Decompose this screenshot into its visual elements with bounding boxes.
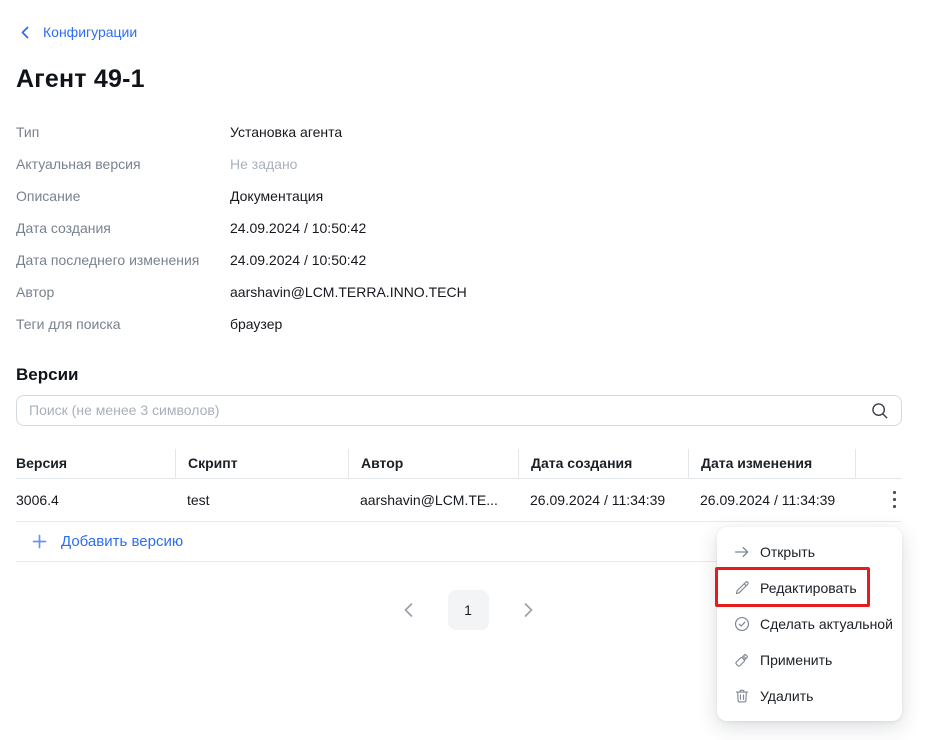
- detail-row-modified: Дата последнего изменения 24.09.2024 / 1…: [16, 244, 920, 276]
- details-section: Тип Установка агента Актуальная версия Н…: [16, 116, 920, 340]
- page-title: Агент 49-1: [16, 64, 920, 94]
- column-header-modified: Дата изменения: [688, 449, 855, 478]
- detail-row-description: Описание Документация: [16, 180, 920, 212]
- breadcrumb-back-link[interactable]: Конфигурации: [16, 24, 137, 40]
- detail-row-author: Автор aarshavin@LCM.TERRA.INNO.TECH: [16, 276, 920, 308]
- pagination-prev-button[interactable]: [399, 598, 418, 622]
- detail-value: 24.09.2024 / 10:50:42: [230, 252, 366, 268]
- cell-script: test: [175, 479, 348, 521]
- detail-row-actual-version: Актуальная версия Не задано: [16, 148, 920, 180]
- detail-label: Тип: [16, 124, 230, 140]
- pagination-current-page[interactable]: 1: [448, 590, 489, 630]
- add-version-label: Добавить версию: [61, 533, 183, 550]
- column-header-author: Автор: [348, 449, 518, 478]
- search-icon[interactable]: [870, 401, 889, 420]
- menu-item-label: Применить: [760, 652, 832, 668]
- detail-value: Документация: [230, 188, 323, 204]
- detail-label: Описание: [16, 188, 230, 204]
- detail-value: браузер: [230, 316, 282, 332]
- cell-created: 26.09.2024 / 11:34:39: [518, 479, 688, 521]
- search-input[interactable]: [29, 402, 870, 418]
- menu-item-edit[interactable]: Редактировать: [717, 570, 902, 606]
- chevron-left-icon: [403, 602, 414, 618]
- chevron-left-icon: [16, 26, 34, 39]
- detail-label: Актуальная версия: [16, 156, 230, 172]
- breadcrumb-label: Конфигурации: [43, 24, 137, 40]
- cell-version: 3006.4: [16, 479, 175, 521]
- cell-modified: 26.09.2024 / 11:34:39: [688, 479, 855, 521]
- detail-label: Дата последнего изменения: [16, 252, 230, 268]
- menu-item-label: Сделать актуальной: [760, 616, 893, 632]
- cell-author: aarshavin@LCM.TE...: [348, 479, 518, 521]
- pencil-icon: [733, 579, 751, 597]
- versions-heading: Версии: [16, 365, 920, 384]
- arrow-right-icon: [733, 543, 751, 561]
- detail-value: Не задано: [230, 156, 297, 172]
- detail-label: Дата создания: [16, 220, 230, 236]
- detail-value: 24.09.2024 / 10:50:42: [230, 220, 366, 236]
- menu-item-label: Удалить: [760, 688, 813, 704]
- pagination-next-button[interactable]: [519, 598, 538, 622]
- table-header-row: Версия Скрипт Автор Дата создания Дата и…: [16, 449, 902, 479]
- column-header-script: Скрипт: [175, 449, 348, 478]
- add-version-button[interactable]: Добавить версию: [16, 533, 183, 550]
- menu-item-make-actual[interactable]: Сделать актуальной: [717, 606, 902, 642]
- detail-value: Установка агента: [230, 124, 342, 140]
- column-header-created: Дата создания: [518, 449, 688, 478]
- row-context-menu: Открыть Редактировать Сделать актуальной…: [717, 527, 902, 721]
- detail-row-type: Тип Установка агента: [16, 116, 920, 148]
- usb-drive-icon: [733, 651, 751, 669]
- table-row: 3006.4 test aarshavin@LCM.TE... 26.09.20…: [16, 479, 902, 522]
- detail-row-created: Дата создания 24.09.2024 / 10:50:42: [16, 212, 920, 244]
- menu-item-label: Редактировать: [760, 580, 857, 596]
- trash-icon: [733, 687, 751, 705]
- detail-row-tags: Теги для поиска браузер: [16, 308, 920, 340]
- menu-item-open[interactable]: Открыть: [717, 534, 902, 570]
- menu-item-apply[interactable]: Применить: [717, 642, 902, 678]
- chevron-right-icon: [523, 602, 534, 618]
- cell-actions: [855, 479, 902, 521]
- column-header-actions: [855, 449, 902, 478]
- detail-value: aarshavin@LCM.TERRA.INNO.TECH: [230, 284, 467, 300]
- plus-icon: [30, 534, 48, 549]
- detail-label: Теги для поиска: [16, 316, 230, 332]
- menu-item-delete[interactable]: Удалить: [717, 678, 902, 714]
- row-actions-kebab-button[interactable]: [889, 487, 900, 512]
- column-header-version: Версия: [16, 449, 175, 478]
- menu-item-label: Открыть: [760, 544, 815, 560]
- versions-search: [16, 395, 902, 426]
- check-circle-icon: [733, 615, 751, 633]
- detail-label: Автор: [16, 284, 230, 300]
